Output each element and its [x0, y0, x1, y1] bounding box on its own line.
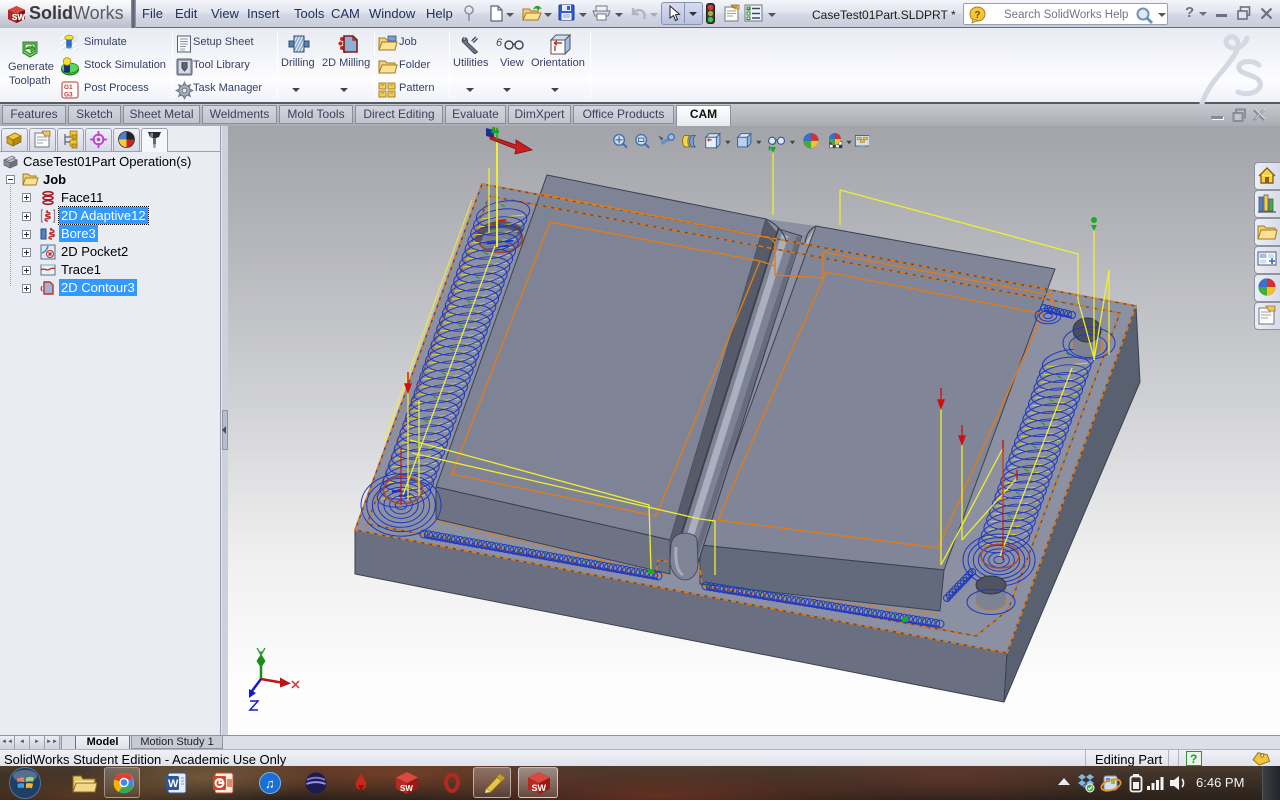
svg-text:?: ? [1190, 752, 1197, 766]
svg-text:W: W [168, 778, 179, 790]
svg-text:♫: ♫ [265, 776, 275, 791]
svg-text:SW: SW [12, 13, 25, 22]
svg-text:SW: SW [400, 784, 413, 793]
svg-text:SW: SW [532, 783, 547, 793]
svg-text:G3: G3 [64, 92, 73, 99]
svg-text:?: ? [975, 10, 981, 21]
svg-text:6: 6 [496, 37, 503, 49]
svg-text:G1: G1 [64, 84, 73, 91]
